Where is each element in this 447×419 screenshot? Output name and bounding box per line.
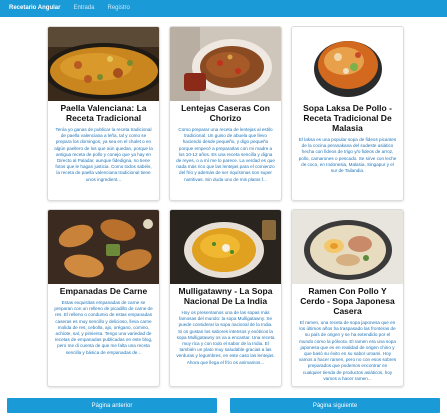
recipe-card-ramen[interactable]: Ramen Con Pollo Y Cerdo - Sopa Japonesa … — [291, 209, 404, 387]
recipe-description: El laksa es una popular sopa de fideos p… — [298, 137, 397, 174]
paella-photo — [48, 27, 159, 101]
recipe-image-ramen — [292, 210, 403, 284]
nav-item-registro[interactable]: Registro — [107, 0, 129, 17]
next-page-button[interactable]: Página siguiente — [230, 398, 440, 413]
recipe-title: Paella Valenciana: La Receta Tradicional — [60, 103, 147, 123]
recipe-card-lentejas[interactable]: Lentejas Caseras Con Chorizo Como prepar… — [169, 26, 282, 201]
recipe-title: Lentejas Caseras Con Chorizo — [181, 103, 270, 123]
recipe-image-lentejas — [170, 27, 281, 101]
recipe-image-empanadas — [48, 210, 159, 284]
lentejas-photo — [170, 27, 281, 101]
recipe-description: Como preparar una receta de lentejas al … — [176, 127, 275, 182]
recipe-title: Empanadas De Carne — [59, 286, 148, 296]
recipe-title: Mulligatawny - La Sopa Nacional De La In… — [178, 286, 273, 306]
recipe-description: Hoy os presentamos una de las sopas más … — [176, 310, 275, 365]
laksa-photo — [292, 27, 403, 101]
recipe-card-laksa[interactable]: Sopa Laksa De Pollo - Receta Tradicional… — [291, 26, 404, 201]
nav-item-entrada[interactable]: Entrada — [73, 0, 94, 17]
recipe-grid: Paella Valenciana: La Receta Tradicional… — [47, 26, 404, 387]
recipe-image-paella — [48, 27, 159, 101]
mulligatawny-photo — [170, 210, 281, 284]
empanadas-photo — [48, 210, 159, 284]
recipe-description: El ramen, una receta de sopa japonesa qu… — [298, 320, 397, 381]
recipe-image-mulligatawny — [170, 210, 281, 284]
ramen-photo — [292, 210, 403, 284]
recipe-title: Sopa Laksa De Pollo - Receta Tradicional… — [303, 103, 392, 133]
navbar: Recetario Angular Entrada Registro — [0, 0, 447, 17]
recipe-card-mulligatawny[interactable]: Mulligatawny - La Sopa Nacional De La In… — [169, 209, 282, 387]
recipe-card-empanadas[interactable]: Empanadas De Carne Estas exquisitas empa… — [47, 209, 160, 387]
recipe-image-laksa — [292, 27, 403, 101]
recipe-title: Ramen Con Pollo Y Cerdo - Sopa Japonesa … — [300, 286, 395, 316]
recipe-card-paella[interactable]: Paella Valenciana: La Receta Tradicional… — [47, 26, 160, 201]
previous-page-button[interactable]: Página anterior — [7, 398, 217, 413]
recipe-description: Estas exquisitas empanadas de carne se p… — [54, 300, 153, 355]
nav-brand[interactable]: Recetario Angular — [9, 0, 60, 17]
recipe-description: Tenía yo ganas de publicar la receta tra… — [54, 127, 153, 182]
